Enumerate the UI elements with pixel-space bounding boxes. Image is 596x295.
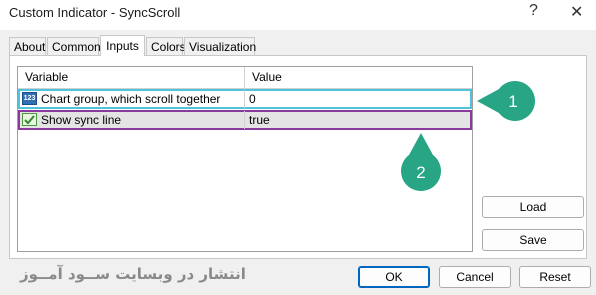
input-row-chart-group[interactable]: 123 Chart group, which scroll together 0 — [18, 89, 472, 109]
input-row-show-sync-line[interactable]: Show sync line true — [18, 110, 472, 130]
numeric-123-icon: 123 — [22, 92, 37, 105]
checkmark-icon — [24, 115, 35, 125]
tab-about[interactable]: About — [9, 37, 46, 55]
load-button[interactable]: Load — [482, 196, 584, 218]
column-divider — [244, 90, 245, 108]
close-icon[interactable]: ✕ — [570, 2, 583, 22]
save-button[interactable]: Save — [482, 229, 584, 251]
help-icon[interactable]: ? — [529, 2, 538, 20]
tab-common[interactable]: Common — [47, 37, 101, 55]
tab-visualization[interactable]: Visualization — [184, 37, 256, 55]
input-name: Show sync line — [41, 113, 122, 127]
title-bar: Custom Indicator - SyncScroll ? ✕ — [0, 0, 596, 30]
tab-colors[interactable]: Colors — [146, 37, 186, 55]
ok-button[interactable]: OK — [358, 266, 430, 288]
grid-header: Variable Value — [18, 67, 472, 89]
boolean-checkmark-icon — [22, 113, 37, 126]
tab-inputs[interactable]: Inputs — [100, 35, 145, 56]
input-value[interactable]: 0 — [249, 91, 256, 107]
input-name: Chart group, which scroll together — [41, 92, 221, 106]
column-divider — [244, 111, 245, 129]
column-header-value[interactable]: Value — [245, 67, 472, 88]
cancel-button[interactable]: Cancel — [439, 266, 511, 288]
input-value[interactable]: true — [249, 112, 270, 128]
annotation-callout-2: 2 — [401, 133, 441, 191]
annotation-number-2: 2 — [416, 163, 425, 182]
annotation-number-1: 1 — [508, 92, 517, 111]
window-title: Custom Indicator - SyncScroll — [9, 5, 181, 20]
annotation-callout-1: 1 — [477, 81, 535, 121]
column-header-variable[interactable]: Variable — [18, 67, 245, 88]
watermark-text: انتشار در وبسایت ســود آمــوز — [20, 265, 246, 283]
reset-button[interactable]: Reset — [519, 266, 591, 288]
